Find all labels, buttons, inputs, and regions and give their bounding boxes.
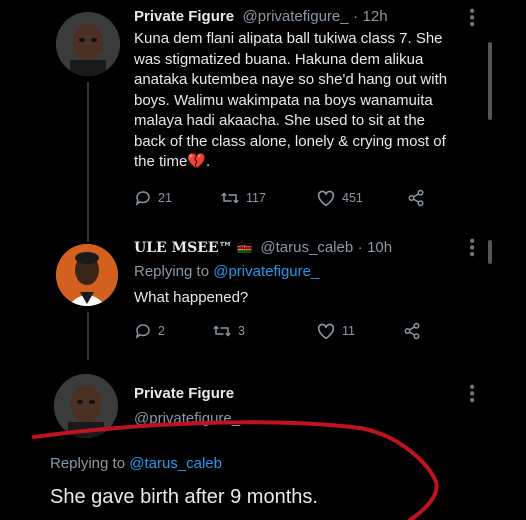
scrollbar[interactable] xyxy=(488,42,492,120)
action-bar: 21 117 451 xyxy=(134,189,426,207)
reply-count: 21 xyxy=(158,191,172,205)
display-name[interactable]: Private Figure xyxy=(134,385,234,402)
replying-prefix: Replying to xyxy=(50,455,126,472)
tweet-text: What happened? xyxy=(134,289,249,306)
share-icon xyxy=(404,322,420,340)
tweet-text: She gave birth after 9 months. xyxy=(50,486,318,508)
reply-button[interactable]: 21 xyxy=(134,189,220,207)
avatar[interactable] xyxy=(56,244,118,306)
tweet-line: back of the class alone, lonely & crying… xyxy=(134,132,446,150)
tweet-line: boys. Walimu wakimpata na boys wanamuita xyxy=(134,91,433,109)
share-button[interactable] xyxy=(402,322,422,340)
separator: · xyxy=(353,8,359,25)
like-count: 451 xyxy=(342,191,363,205)
separator: · xyxy=(357,239,363,256)
tweet-line: was stigmatized buana. Hakuna dem alikua xyxy=(134,50,424,68)
thread-line xyxy=(87,82,89,242)
handle[interactable]: @tarus_caleb xyxy=(260,239,353,256)
retweet-count: 117 xyxy=(246,191,266,205)
retweet-icon xyxy=(213,325,231,337)
tweet-text: Kuna dem flani alipata ball tukiwa class… xyxy=(134,29,474,173)
tweet-line: anataka kutembea naye so she'd hang out … xyxy=(134,71,448,88)
more-icon[interactable]: ••• xyxy=(462,8,480,28)
action-bar: 2 3 11 xyxy=(134,322,422,340)
tweet-line: the time💔. xyxy=(134,153,211,170)
tweet-header: ULE MSEE™ 🇰🇪 @tarus_caleb · 10h xyxy=(134,239,392,257)
like-button[interactable]: 11 xyxy=(316,322,402,340)
more-icon[interactable]: ••• xyxy=(462,238,480,258)
tweet-3[interactable]: Private Figure @privatefigure_ ••• Reply… xyxy=(0,360,526,520)
retweet-button[interactable]: 3 xyxy=(212,322,316,340)
share-icon xyxy=(408,189,424,207)
retweet-button[interactable]: 117 xyxy=(220,189,316,207)
handle[interactable]: @privatefigure_ xyxy=(243,8,349,25)
heart-icon xyxy=(317,323,335,340)
timestamp[interactable]: 12h xyxy=(363,8,388,25)
tweet-line: Kuna dem flani alipata ball tukiwa class… xyxy=(134,30,443,47)
reply-count: 2 xyxy=(158,324,165,338)
display-name[interactable]: ULE MSEE™ xyxy=(134,240,233,256)
reply-button[interactable]: 2 xyxy=(134,322,212,340)
avatar[interactable] xyxy=(54,374,118,438)
share-button[interactable] xyxy=(406,189,426,207)
thread-line xyxy=(87,312,89,360)
replying-handle[interactable]: @privatefigure_ xyxy=(213,263,319,280)
replying-prefix: Replying to xyxy=(134,263,210,280)
heart-icon xyxy=(317,190,335,207)
scrollbar[interactable] xyxy=(488,240,492,264)
display-name[interactable]: Private Figure xyxy=(134,8,234,25)
avatar[interactable] xyxy=(56,12,120,76)
like-count: 11 xyxy=(342,324,355,338)
replying-handle[interactable]: @tarus_caleb xyxy=(129,455,222,472)
tweet-1[interactable]: Private Figure @privatefigure_ · 12h •••… xyxy=(0,0,526,242)
replying-to: Replying to @privatefigure_ xyxy=(134,262,319,283)
flag-icon: 🇰🇪 xyxy=(237,241,252,255)
retweet-count: 3 xyxy=(238,324,245,338)
retweet-icon xyxy=(221,192,239,204)
reply-icon xyxy=(135,324,150,339)
tweet-line: malaya hadi akaacha. She used to sit at … xyxy=(134,112,426,129)
tweet-header: Private Figure @privatefigure_ · 12h xyxy=(134,8,388,26)
replying-to: Replying to @tarus_caleb xyxy=(50,454,222,475)
reply-icon xyxy=(135,191,150,206)
handle[interactable]: @privatefigure_ xyxy=(134,410,240,427)
timestamp[interactable]: 10h xyxy=(367,239,392,256)
more-icon[interactable]: ••• xyxy=(462,384,480,404)
tweet-2[interactable]: ULE MSEE™ 🇰🇪 @tarus_caleb · 10h ••• Repl… xyxy=(0,230,526,360)
like-button[interactable]: 451 xyxy=(316,189,406,207)
